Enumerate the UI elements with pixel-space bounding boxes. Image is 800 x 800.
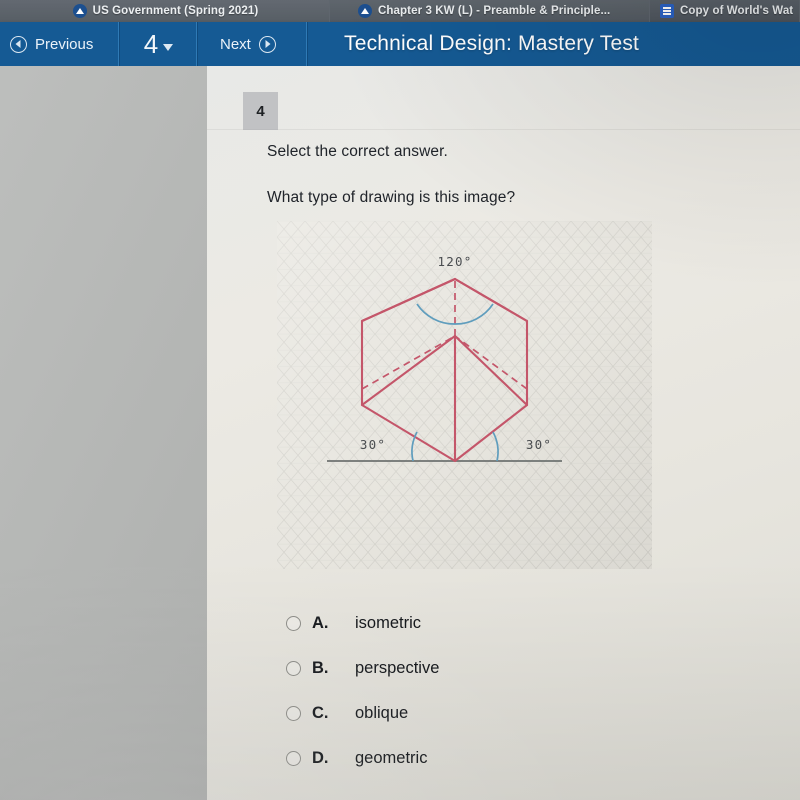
browser-tab-3-label: Copy of World's Wat [680,5,794,17]
answer-choice-d[interactable]: D. geometric [286,736,756,781]
choice-letter-b: B. [312,659,329,677]
answer-choice-a[interactable]: A. isometric [286,601,756,646]
question-card: 4 Select the correct answer. What type o… [207,66,800,800]
choice-letter-a: A. [312,614,329,632]
choice-text-d: geometric [355,749,428,767]
question-prompt: What type of drawing is this image? [267,189,516,206]
radio-button-a[interactable] [286,616,301,631]
edgenuity-favicon-icon [72,4,87,18]
question-number-dropdown[interactable]: 4 [120,22,198,66]
browser-tab-strip: US Government (Spring 2021) Chapter 3 KW… [0,0,800,22]
choice-text-c: oblique [355,704,409,722]
question-number-value: 4 [143,29,159,59]
question-instruction: Select the correct answer. [267,143,448,160]
angle-label-top: 120° [438,254,473,269]
next-button[interactable]: Next [198,22,308,66]
chevron-down-icon [163,43,174,51]
answer-choice-b[interactable]: B. perspective [286,646,756,691]
radio-button-b[interactable] [286,661,301,676]
screen-photo: US Government (Spring 2021) Chapter 3 KW… [0,0,800,800]
previous-button-label: Previous [35,35,94,53]
answer-choice-list: A. isometric B. perspective C. oblique D… [286,601,756,781]
angle-label-left: 30° [360,437,386,452]
choice-letter-d: D. [312,749,329,767]
edgenuity-favicon-icon [358,4,372,18]
google-docs-favicon-icon [660,4,674,18]
assessment-title: Technical Design: Mastery Test [344,32,640,55]
angle-label-right: 30° [526,437,552,452]
browser-tab-3[interactable]: Copy of World's Wat [650,0,800,22]
browser-tab-2[interactable]: Chapter 3 KW (L) - Preamble & Principle.… [330,0,650,22]
previous-button[interactable]: Previous [0,22,120,66]
arrow-right-circle-icon [258,35,276,53]
arrow-left-circle-icon [10,35,27,53]
desk-background: 4 Select the correct answer. What type o… [0,66,800,800]
choice-text-a: isometric [355,614,422,632]
next-button-label: Next [220,35,251,53]
choice-text-b: perspective [355,659,440,677]
question-figure: 120° 30° 30° [277,221,652,569]
assessment-toolbar: Previous 4 Next Technical Design: Master… [0,22,800,66]
answer-choice-c[interactable]: C. oblique [286,691,756,736]
choice-letter-c: C. [312,704,329,722]
browser-tab-1[interactable]: US Government (Spring 2021) [0,0,330,22]
browser-tab-1-label: US Government (Spring 2021) [92,5,259,17]
radio-button-d[interactable] [286,751,301,766]
browser-tab-2-label: Chapter 3 KW (L) - Preamble & Principle.… [378,5,611,17]
question-number-badge: 4 [243,92,278,130]
radio-button-c[interactable] [286,706,301,721]
